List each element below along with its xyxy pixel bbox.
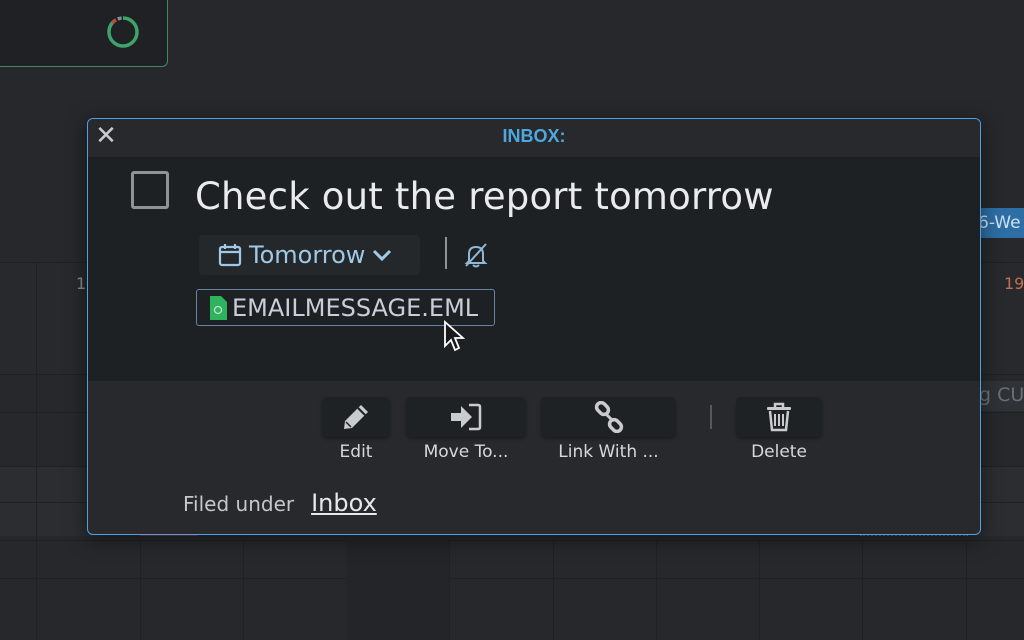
edit-label: Edit <box>339 442 373 462</box>
task-checkbox[interactable] <box>131 171 169 209</box>
link-with-button[interactable]: Link With ... <box>541 397 676 462</box>
grid-line <box>553 540 554 640</box>
grid-line <box>140 540 141 640</box>
mouse-cursor-icon <box>444 320 465 352</box>
grid-line <box>759 540 760 640</box>
task-detail-modal: ✕ INBOX: Check out the report tomorrow T… <box>87 118 981 535</box>
grid-line <box>449 540 450 640</box>
today-column <box>346 540 449 640</box>
link-icon <box>594 401 623 433</box>
filed-under-link[interactable]: Inbox <box>311 489 377 517</box>
progress-ring-icon <box>107 16 139 48</box>
grid-line <box>862 540 863 640</box>
calendar-icon <box>218 244 242 267</box>
email-file-icon <box>210 295 227 320</box>
grid-line <box>656 540 657 640</box>
move-to-icon <box>451 403 482 431</box>
move-to-button[interactable]: Move To... <box>406 397 526 462</box>
delete-label: Delete <box>751 442 807 462</box>
filed-under-label: Filed under <box>183 492 295 516</box>
task-body: Check out the report tomorrow Tomorrow E… <box>88 157 980 381</box>
grid-line <box>36 262 37 640</box>
due-date-dropdown[interactable]: Tomorrow <box>199 235 420 275</box>
modal-header: ✕ INBOX: <box>88 119 980 157</box>
move-to-label: Move To... <box>423 442 509 462</box>
divider <box>710 405 712 429</box>
divider <box>445 237 447 269</box>
task-title[interactable]: Check out the report tomorrow <box>195 175 774 218</box>
grid-line <box>966 540 967 640</box>
bell-off-icon[interactable] <box>462 241 490 269</box>
link-with-label: Link With ... <box>558 442 659 462</box>
grid-line <box>243 540 244 640</box>
delete-button[interactable]: Delete <box>736 397 822 462</box>
pencil-icon <box>344 405 368 429</box>
progress-card[interactable] <box>0 0 168 67</box>
grid-line <box>0 540 1024 541</box>
calendar-event-tag[interactable]: 6-We <box>976 208 1024 238</box>
calendar-day-number: 19 <box>1004 274 1024 293</box>
chevron-down-icon <box>373 249 392 262</box>
due-date-label: Tomorrow <box>249 241 366 269</box>
edit-button[interactable]: Edit <box>322 397 390 462</box>
modal-title: INBOX: <box>502 126 566 146</box>
attachment-name: EMAILMESSAGE.EML <box>232 293 479 322</box>
trash-icon <box>767 402 791 432</box>
grid-line <box>0 578 1024 579</box>
filed-under: Filed under Inbox <box>183 489 377 517</box>
calendar-day-number: 1 <box>76 274 87 293</box>
